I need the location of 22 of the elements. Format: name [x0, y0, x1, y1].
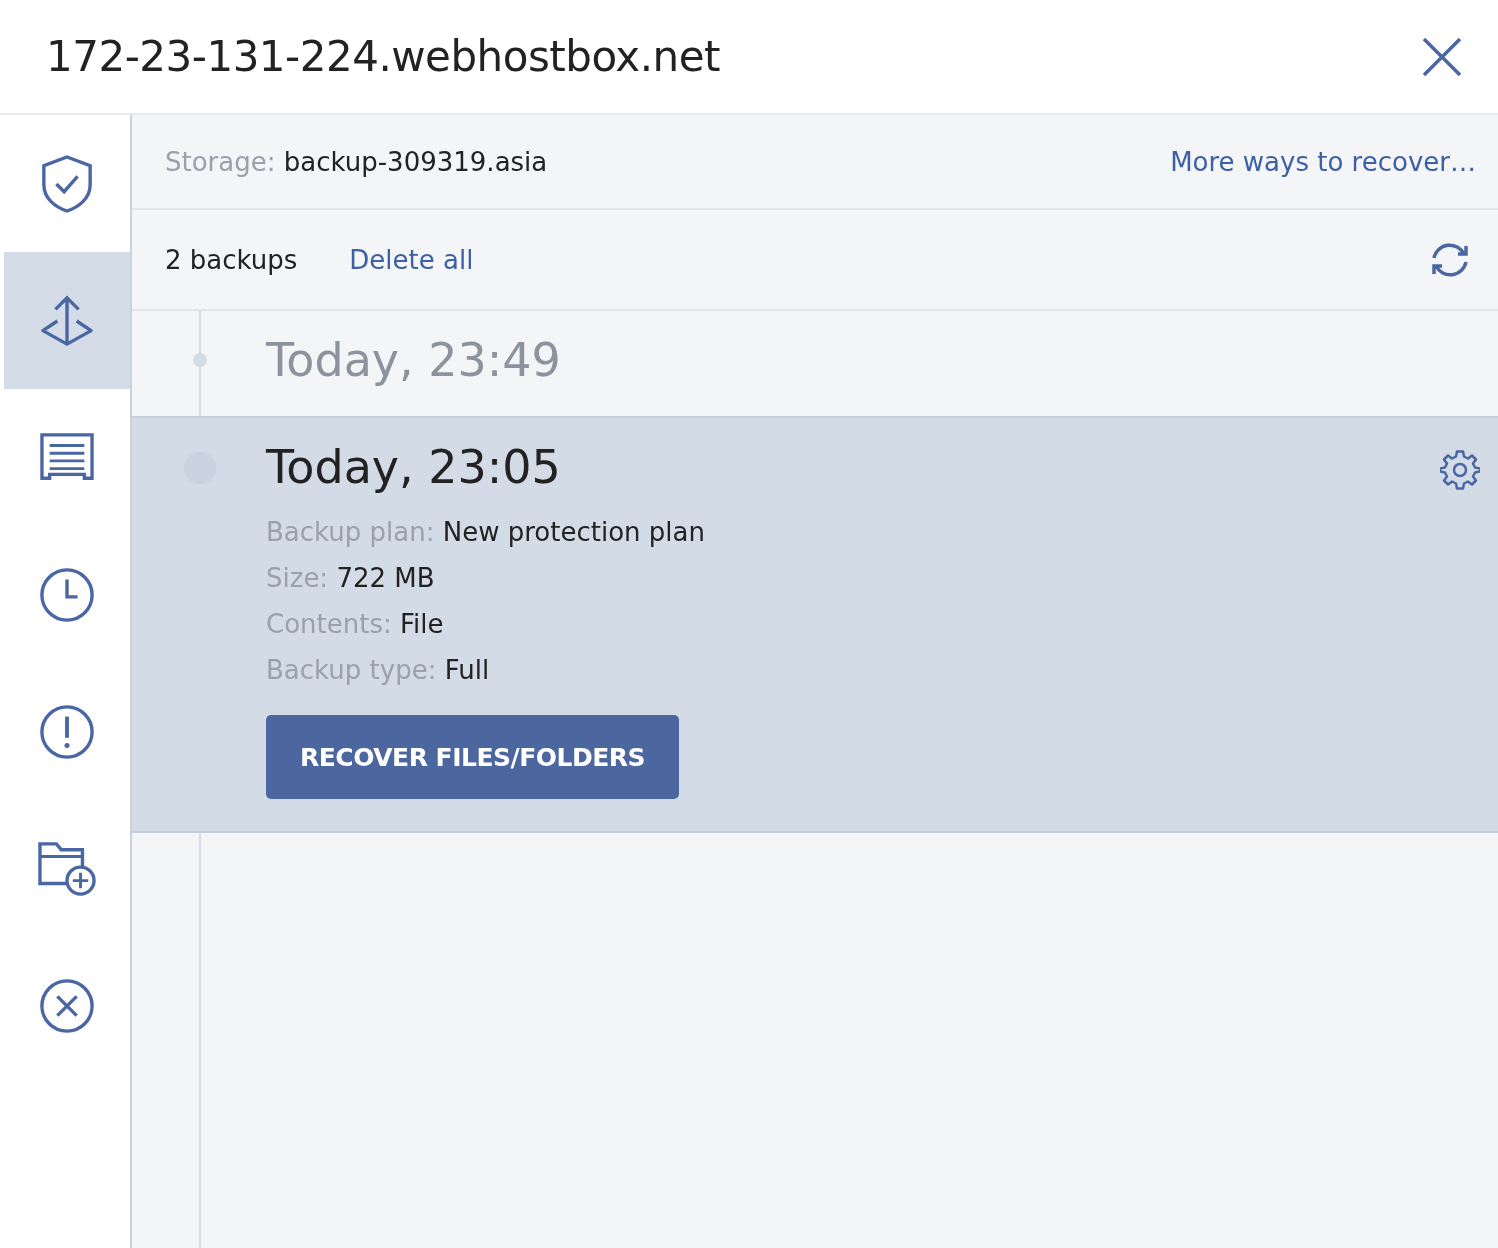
exclamation-circle-icon	[39, 703, 95, 760]
shield-check-icon	[40, 153, 94, 214]
sidebar-item[interactable]	[4, 252, 130, 389]
detail-line: Size: 722 MB	[266, 562, 436, 596]
recover-button[interactable]: RECOVER FILES/FOLDERS	[266, 715, 679, 800]
detail-line: Backup type: Full	[266, 654, 491, 688]
backup-count: 2 backups	[165, 244, 298, 275]
storage-label: Storage: backup-309319.asia	[165, 146, 548, 177]
detail-line: Contents: File	[266, 608, 445, 642]
window-title: 172-23-131-224.webhostbox.net	[46, 32, 720, 81]
settings-icon[interactable]	[1440, 450, 1480, 491]
delete-all-link[interactable]: Delete all	[349, 244, 474, 275]
clock-icon	[39, 566, 95, 623]
folder-plus-icon	[37, 840, 97, 897]
backup-point[interactable]: Today, 23:05 Backup plan: New protection plan Size: 722 MB Contents: File Backup type: Full RECOVER FILES/FOLDERS	[132, 416, 1498, 834]
close-icon[interactable]	[1422, 36, 1462, 77]
more-ways-link[interactable]: More ways to recover…	[1170, 146, 1476, 177]
upload-arrow-icon	[40, 293, 94, 348]
backup-time: Today, 23:05	[266, 440, 561, 496]
cancel-circle-icon	[39, 977, 95, 1034]
detail-line: Backup plan: New protection plan	[266, 516, 706, 550]
backup-time: Today, 23:49	[266, 333, 561, 389]
